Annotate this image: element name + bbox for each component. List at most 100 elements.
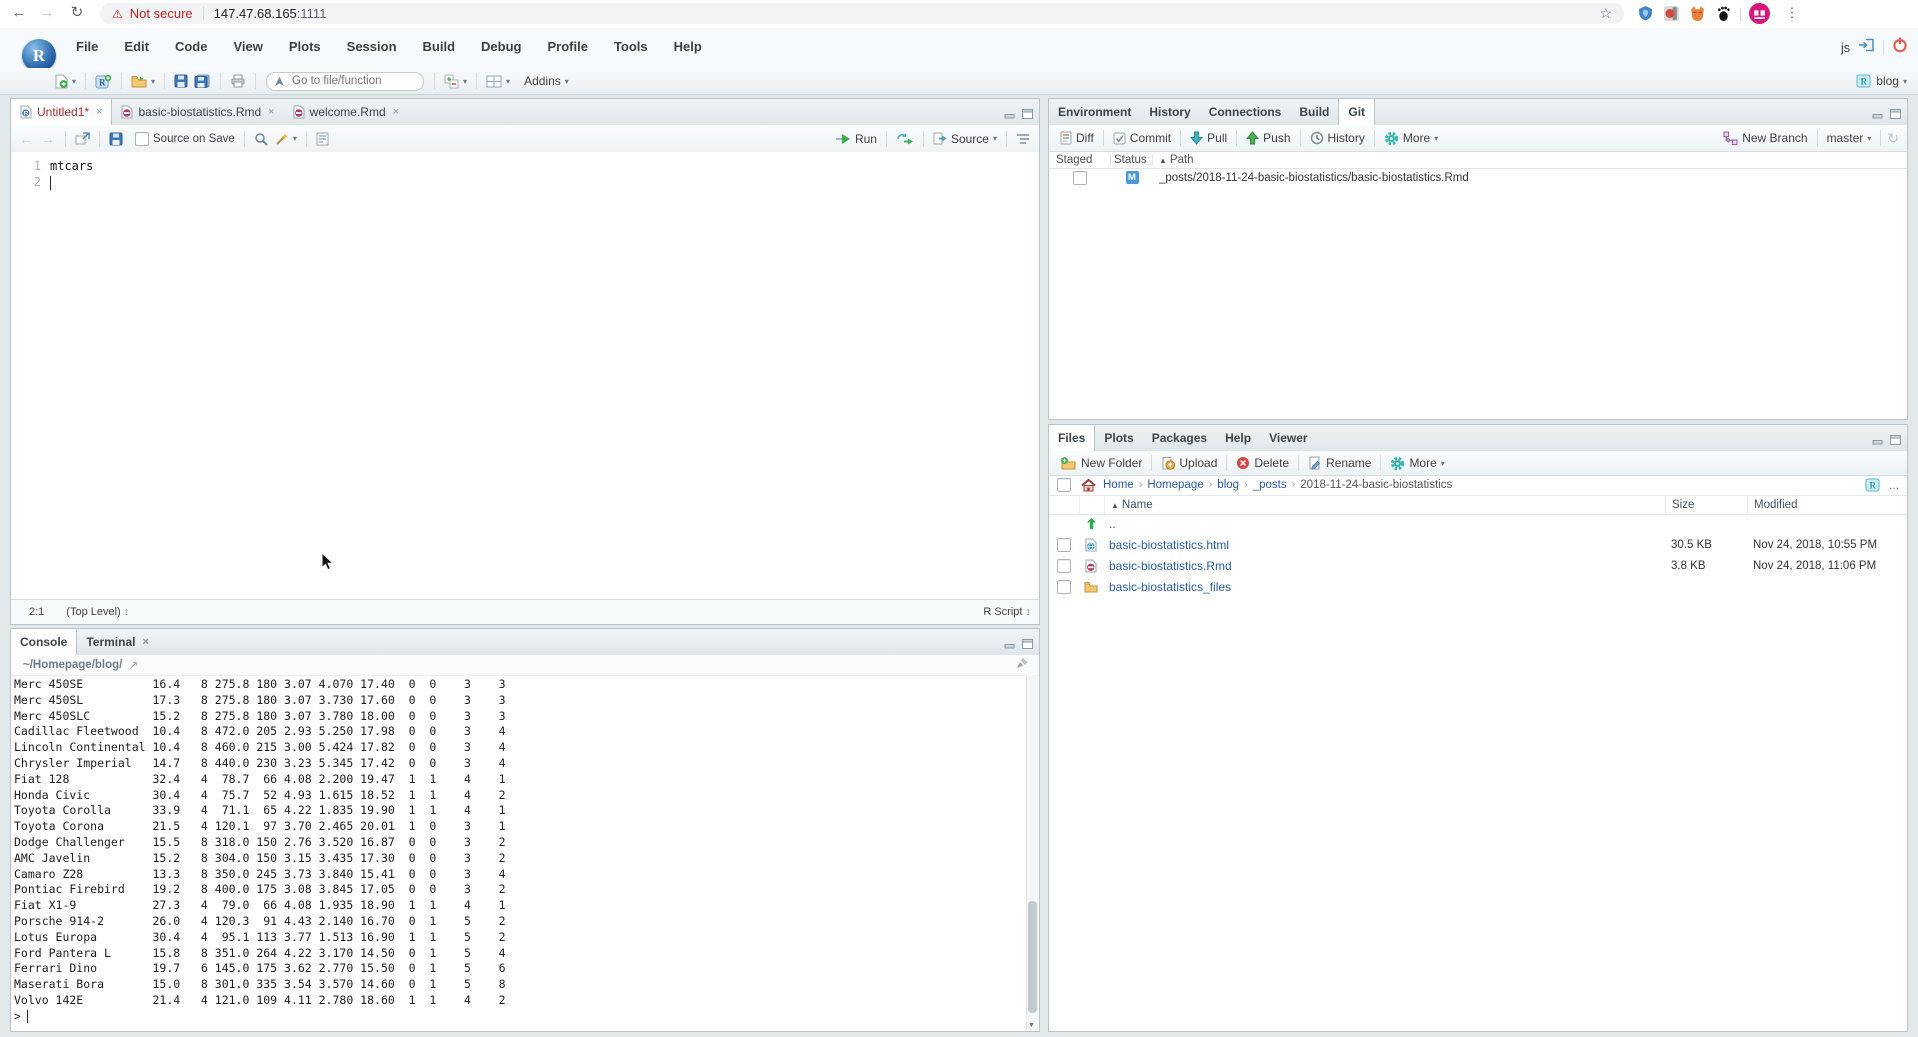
tab-plots[interactable]: Plots [1095, 425, 1142, 451]
version-control-button[interactable]: ▾ [441, 74, 470, 89]
file-name[interactable]: basic-biostatistics.Rmd [1103, 559, 1665, 573]
file-checkbox[interactable] [1057, 580, 1071, 594]
menu-plots[interactable]: Plots [289, 39, 321, 54]
tab-history[interactable]: History [1140, 99, 1199, 125]
menu-file[interactable]: File [76, 39, 98, 54]
source-tab-welcome[interactable]: welcome.Rmd × [284, 99, 408, 125]
files-more-button[interactable]: More ▾ [1387, 456, 1447, 471]
menu-session[interactable]: Session [347, 39, 397, 54]
forward-icon[interactable]: → [37, 131, 59, 147]
minimize-pane-icon[interactable] [1004, 106, 1015, 124]
staged-checkbox[interactable] [1073, 171, 1087, 185]
tab-viewer[interactable]: Viewer [1260, 425, 1316, 451]
tab-git[interactable]: Git [1338, 99, 1375, 125]
browser-menu-icon[interactable]: ⋮ [1781, 2, 1803, 24]
column-size[interactable]: Size [1665, 496, 1747, 514]
file-checkbox[interactable] [1057, 538, 1071, 552]
file-row-folder[interactable]: basic-biostatistics_files [1049, 576, 1907, 597]
delete-button[interactable]: Delete [1233, 456, 1292, 470]
security-label[interactable]: Not secure [130, 6, 193, 21]
breadcrumb-current[interactable]: 2018-11-24-basic-biostatistics [1300, 479, 1452, 491]
find-replace-icon[interactable] [251, 132, 271, 146]
browser-forward-icon[interactable]: → [36, 2, 58, 24]
column-staged[interactable]: Staged [1049, 154, 1111, 166]
save-button[interactable] [171, 74, 191, 88]
goto-file-search[interactable] [266, 72, 424, 91]
close-icon[interactable]: × [393, 106, 399, 118]
menu-help[interactable]: Help [674, 39, 702, 54]
file-checkbox[interactable] [1057, 559, 1071, 573]
source-button[interactable]: Source ▾ [930, 132, 1000, 146]
ellipsis-more-icon[interactable]: ... [1889, 478, 1899, 492]
tab-console[interactable]: Console [10, 629, 77, 655]
git-push-button[interactable]: Push [1243, 131, 1293, 145]
menu-tools[interactable]: Tools [614, 39, 648, 54]
addins-button[interactable]: Addins ▾ [521, 74, 572, 88]
tab-environment[interactable]: Environment [1049, 99, 1140, 125]
project-directory-icon[interactable]: R [1865, 478, 1881, 492]
project-menu-button[interactable]: R blog ▾ [1853, 74, 1910, 88]
menu-debug[interactable]: Debug [481, 39, 521, 54]
save-document-icon[interactable] [106, 132, 126, 146]
tab-help[interactable]: Help [1216, 425, 1260, 451]
menu-profile[interactable]: Profile [547, 39, 587, 54]
tab-terminal[interactable]: Terminal × [77, 629, 158, 655]
maximize-pane-icon[interactable] [1890, 106, 1901, 124]
goto-file-input[interactable] [290, 74, 404, 88]
git-commit-button[interactable]: Commit [1110, 131, 1174, 145]
tab-packages[interactable]: Packages [1143, 425, 1216, 451]
rename-button[interactable]: Rename [1305, 456, 1374, 470]
upload-button[interactable]: Upload [1158, 456, 1220, 470]
popout-window-icon[interactable] [72, 132, 93, 145]
breadcrumb-homepage[interactable]: Homepage [1147, 479, 1203, 491]
run-button[interactable]: Run [832, 132, 880, 146]
workspace-panes-button[interactable]: ▾ [483, 75, 513, 88]
refresh-icon[interactable]: ↻ [1887, 130, 1899, 147]
file-row-html[interactable]: basic-biostatistics.html 30.5 KB Nov 24,… [1049, 534, 1907, 555]
console-output[interactable]: Merc 450SE 16.4 8 275.8 180 3.07 4.070 1… [14, 677, 1025, 1029]
compile-report-icon[interactable] [313, 132, 332, 146]
select-all-checkbox[interactable] [1057, 478, 1071, 492]
print-button[interactable] [227, 74, 249, 88]
back-icon[interactable]: ← [15, 131, 37, 147]
git-new-branch-button[interactable]: New Branch [1720, 131, 1810, 145]
minimize-pane-icon[interactable] [1872, 106, 1883, 124]
file-name[interactable]: basic-biostatistics.html [1103, 538, 1665, 552]
url-host[interactable]: 147.47.68.165 [214, 6, 297, 21]
breadcrumb-posts[interactable]: _posts [1253, 479, 1287, 491]
new-file-button[interactable]: ▾ [52, 74, 79, 89]
file-row-updir[interactable]: .. [1049, 513, 1907, 534]
extension-shield-icon[interactable] [1637, 5, 1654, 27]
git-file-path[interactable]: _posts/2018-11-24-basic-biostatistics/ba… [1153, 172, 1469, 184]
maximize-pane-icon[interactable] [1022, 636, 1033, 654]
git-file-row[interactable]: M _posts/2018-11-24-basic-biostatistics/… [1049, 168, 1907, 187]
scrollbar-thumb[interactable] [1028, 901, 1037, 1013]
new-project-button[interactable]: R [92, 74, 115, 89]
column-modified[interactable]: Modified [1747, 496, 1907, 514]
menu-edit[interactable]: Edit [124, 39, 149, 54]
file-type-selector[interactable]: R Script ↕ [983, 606, 1031, 618]
maximize-pane-icon[interactable] [1022, 106, 1033, 124]
git-branch-selector[interactable]: master ▾ [1824, 131, 1875, 145]
extension-gnome-foot-icon[interactable] [1715, 5, 1732, 27]
source-on-save-checkbox[interactable]: Source on Save [132, 132, 238, 146]
column-status[interactable]: Status [1111, 154, 1153, 166]
save-all-button[interactable] [191, 74, 214, 88]
breadcrumb-home[interactable]: Home [1103, 479, 1134, 491]
scroll-down-arrow-icon[interactable]: ▼ [1028, 1022, 1035, 1029]
menu-code[interactable]: Code [175, 39, 208, 54]
maximize-pane-icon[interactable] [1890, 432, 1901, 450]
browser-profile-avatar[interactable] [1749, 3, 1770, 29]
sign-out-icon[interactable] [1858, 38, 1875, 57]
close-icon[interactable]: × [96, 106, 102, 118]
rerun-button[interactable] [893, 132, 917, 145]
address-bar[interactable]: ⚠ Not secure 147.47.68.165:1111 ☆ [100, 3, 1624, 24]
document-outline-icon[interactable] [1013, 133, 1033, 145]
column-path[interactable]: ▲Path [1153, 154, 1194, 166]
code-editor[interactable]: 1 2 mtcars [11, 152, 1039, 600]
git-pull-button[interactable]: Pull [1187, 131, 1230, 145]
tab-build[interactable]: Build [1290, 99, 1338, 125]
menu-view[interactable]: View [233, 39, 262, 54]
source-tab-untitled1[interactable]: R Untitled1* × [10, 99, 112, 125]
new-folder-button[interactable]: New Folder [1057, 456, 1145, 470]
